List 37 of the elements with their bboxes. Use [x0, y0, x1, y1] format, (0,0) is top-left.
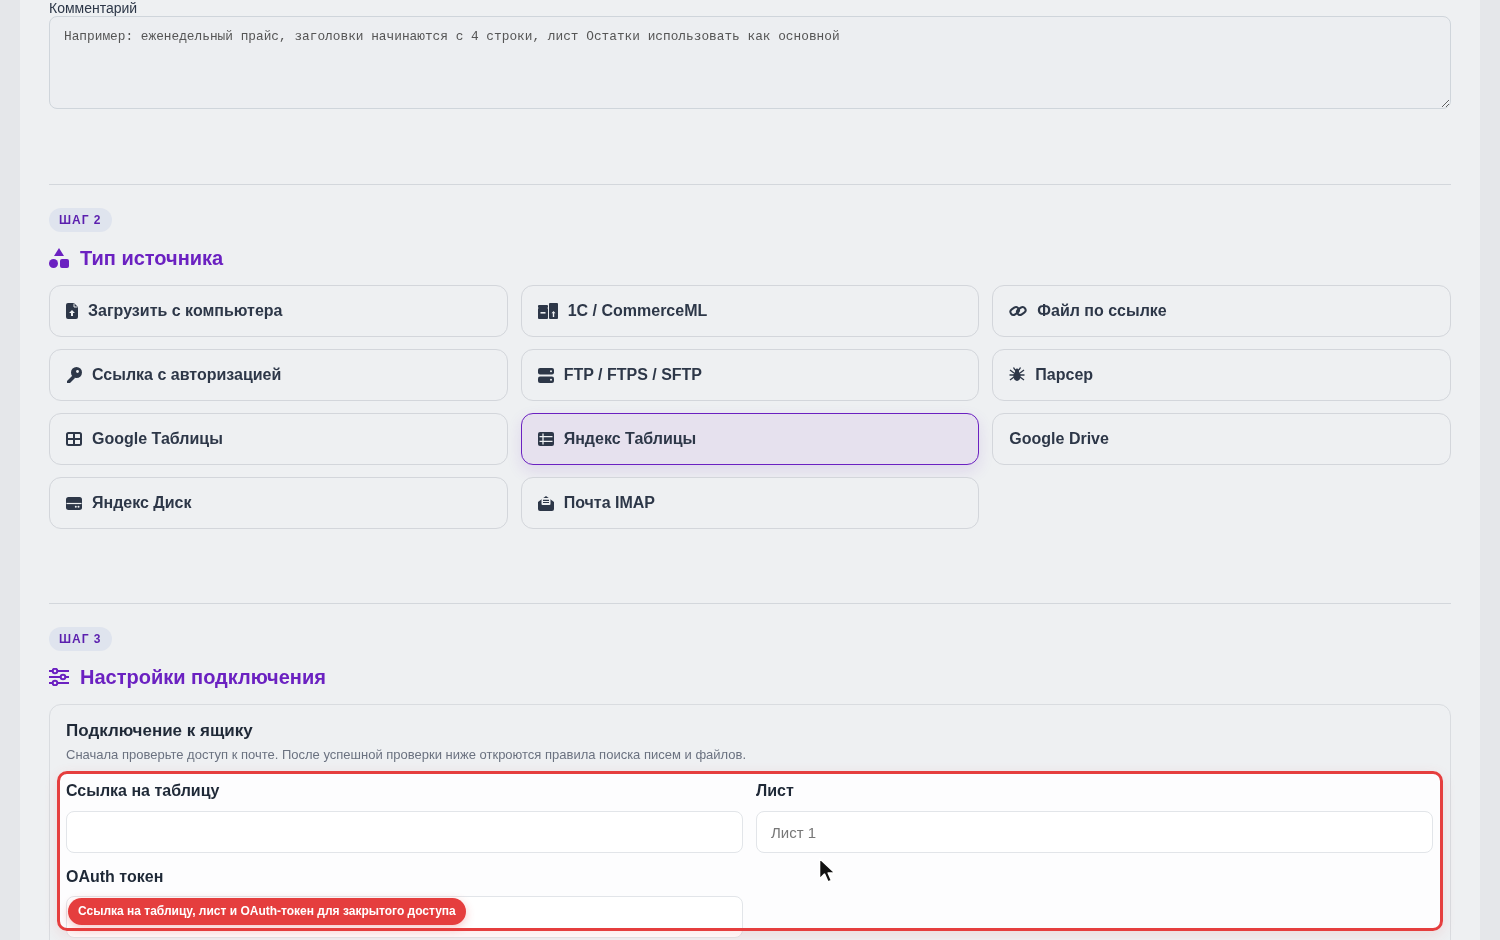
- step-badge: ШАГ 3: [49, 627, 112, 651]
- section-title: Настройки подключения: [80, 665, 326, 690]
- step-badge: ШАГ 2: [49, 208, 112, 232]
- field-label: Комментарий: [49, 0, 139, 16]
- source-option[interactable]: Почта IMAP: [520, 477, 980, 529]
- source-option[interactable]: Загрузить с компьютера: [49, 285, 508, 337]
- link-icon: [1009, 303, 1028, 319]
- shapes-icon: [49, 248, 69, 268]
- source-option[interactable]: 1C / CommerceML: [520, 285, 980, 337]
- spider-icon: [1009, 367, 1026, 383]
- source-option[interactable]: FTP / FTPS / SFTP: [520, 349, 980, 401]
- source-option[interactable]: Google Таблицы: [49, 413, 508, 465]
- callout-tooltip: Ссылка на таблицу, лист и OAuth-токен для закрытого доступа: [68, 898, 466, 925]
- source-option[interactable]: Яндекс Таблицы: [520, 413, 980, 465]
- boxes-icon: [537, 303, 558, 319]
- text-field[interactable]: Лист 1: [756, 811, 1433, 853]
- key-icon: [66, 367, 82, 383]
- grid-icon: [66, 432, 82, 446]
- source-option[interactable]: Парсер: [992, 349, 1451, 401]
- field-label: Ссылка на таблицу: [66, 781, 221, 801]
- file-upload-icon: [66, 303, 78, 319]
- source-option[interactable]: Файл по ссылке: [992, 285, 1451, 337]
- hard-drive-icon: [66, 496, 82, 510]
- source-option[interactable]: Ссылка с авторизацией: [49, 349, 508, 401]
- server-icon: [537, 367, 554, 383]
- field-label: Лист: [756, 781, 795, 801]
- table-list-icon: [537, 432, 554, 446]
- source-option[interactable]: Яндекс Диск: [49, 477, 508, 529]
- panel-title: Подключение к ящику: [65, 720, 254, 742]
- field-label: OAuth токен: [66, 867, 165, 887]
- section-title: Тип источника: [80, 246, 224, 271]
- envelope-open-icon: [537, 495, 554, 511]
- panel-description: Сначала проверьте доступ к почте. После успешной проверки ниже откроются правила поиска писем и файлов.: [65, 747, 748, 763]
- comment-field[interactable]: Например: еженедельный прайс, заголовки начинаются с 4 строки, лист Остатки использовать как основной: [49, 16, 1451, 109]
- text-field[interactable]: [66, 811, 743, 853]
- source-option[interactable]: Google Drive: [992, 413, 1451, 465]
- sliders-icon: [49, 668, 69, 686]
